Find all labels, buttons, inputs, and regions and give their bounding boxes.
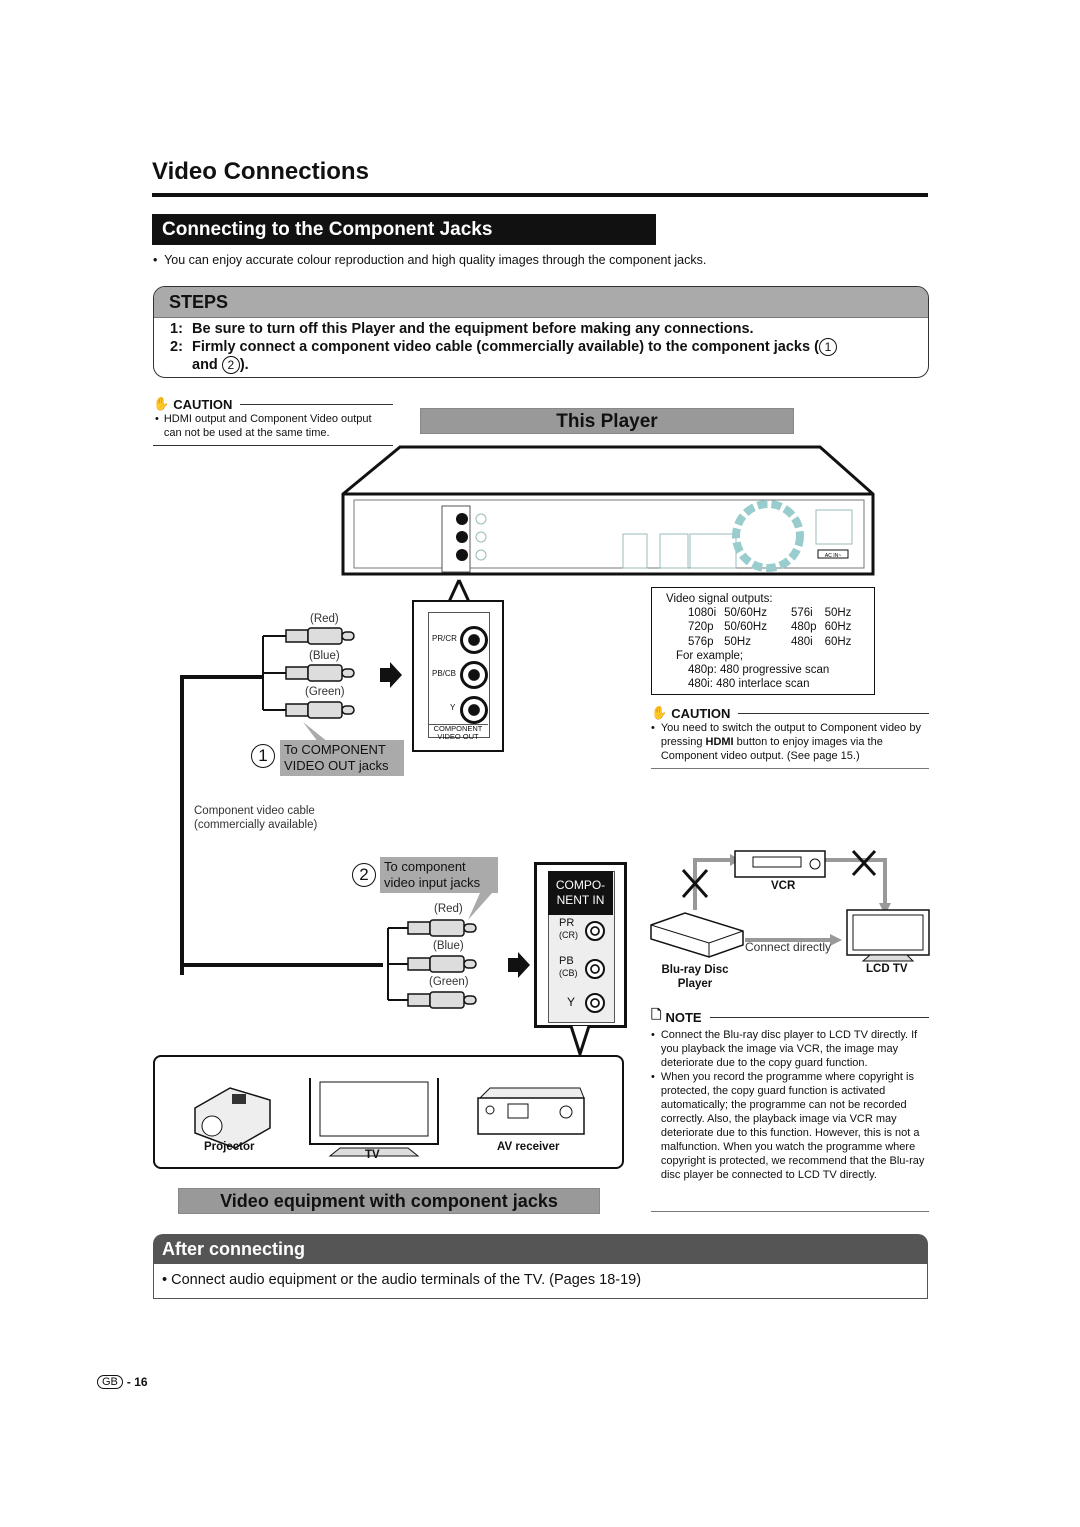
callout-2: To component video input jacks	[380, 857, 498, 893]
caution-heading: CAUTION	[173, 396, 233, 412]
jack-pr	[460, 626, 488, 654]
example-480i: 480i: 480 interlace scan	[688, 678, 810, 691]
hand-caution-icon: ✋	[651, 705, 668, 720]
cross-icon	[851, 849, 877, 877]
step-2: 2: Firmly connect a component video cable…	[170, 338, 900, 374]
component-in-panel: COMPO- NENT IN PR (CR) PB (CB) Y	[534, 862, 627, 1028]
projector-icon	[194, 1087, 271, 1149]
lcd-tv-label: LCD TV	[866, 963, 908, 975]
divider	[651, 1211, 929, 1212]
vcr-label: VCR	[771, 880, 796, 892]
video-signal-outputs-box: Video signal outputs: 1080i 50/60Hz 576i 50…	[651, 587, 875, 695]
plug-label-green: (Green)	[429, 976, 469, 988]
arrow-right-icon	[380, 662, 402, 688]
after-connecting-heading: After connecting	[153, 1234, 928, 1264]
note-heading: NOTE	[665, 1009, 702, 1025]
component-in-header: COMPO- NENT IN	[548, 871, 613, 915]
arrow-right-icon	[508, 952, 530, 978]
lcd-tv-icon	[846, 909, 930, 962]
caution-heading: CAUTION	[671, 705, 731, 721]
ac-in-label: AC IN~	[825, 553, 841, 559]
player-rear-illustration: AC IN~	[341, 445, 875, 604]
component-video-out-label: COMPONENT VIDEO OUT	[428, 724, 488, 741]
y-label: Y	[567, 995, 576, 1009]
av-receiver-icon	[477, 1087, 585, 1135]
intro-bullet: You can enjoy accurate colour reproducti…	[164, 253, 707, 267]
plug-label-blue: (Blue)	[433, 940, 464, 952]
after-connecting-text: Connect audio equipment or the audio ter…	[171, 1272, 642, 1288]
caution-text: You need to switch the output to Compone…	[660, 722, 921, 762]
caution-left: ✋ CAUTION • HDMI output and Component Vide…	[153, 396, 393, 440]
component-video-out-panel: PR/CR PB/CB Y COMPONENT VIDEO OUT	[412, 600, 504, 752]
after-connecting-box: • Connect audio equipment or the audio t…	[153, 1263, 928, 1299]
note-section: 🗋 NOTE • Connect the Blu-ray disc player t…	[651, 1006, 929, 1182]
jack-pb-in	[585, 959, 605, 979]
step-end: ).	[239, 357, 249, 373]
plug-label-red: (Red)	[310, 613, 339, 625]
caution-text: HDMI output and Component Video output c…	[163, 413, 372, 439]
projector-label: Projector	[204, 1141, 255, 1153]
bluray-label: Blu-ray Disc Player	[661, 964, 729, 990]
callout-1: To COMPONENT VIDEO OUT jacks	[280, 740, 404, 776]
callout-number-2: 2	[352, 863, 376, 887]
vcr-icon	[734, 850, 826, 878]
intro-text: • You can enjoy accurate colour reproduc…	[153, 253, 707, 267]
cable-label: Component video cable (commercially avail…	[194, 805, 318, 831]
step-text: Firmly connect a component video cable (…	[192, 339, 819, 355]
this-player-label: This Player	[420, 408, 794, 434]
page-num: - 16	[126, 1375, 148, 1389]
circled-2: 2	[221, 356, 240, 374]
section-title: Connecting to the Component Jacks	[152, 214, 656, 245]
circled-1: 1	[818, 338, 837, 356]
jack-y-in	[585, 993, 605, 1013]
steps-heading: STEPS	[154, 287, 928, 318]
steps-box: STEPS 1: Be sure to turn off this Player …	[153, 286, 929, 378]
jack-pr-label: PR/CR	[432, 634, 457, 643]
signal-heading: Video signal outputs:	[666, 593, 773, 605]
step-num: 2:	[170, 339, 183, 355]
note-icon: 🗋	[651, 1007, 662, 1022]
tv-icon	[309, 1078, 439, 1157]
plug-label-blue: (Blue)	[309, 650, 340, 662]
signal-table: 1080i 50/60Hz 576i 50Hz 720p 50/60Hz 480p 60Hz…	[688, 607, 852, 648]
example-480p: 480p: 480 progressive scan	[688, 664, 830, 677]
page-number: GB - 16	[97, 1375, 148, 1389]
note-item: When you record the programme where copy…	[660, 1071, 925, 1181]
equipment-caption: Video equipment with component jacks	[178, 1188, 600, 1214]
step-and: and	[192, 357, 218, 373]
hand-caution-icon: ✋	[153, 396, 170, 411]
page-title: Video Connections	[152, 158, 369, 185]
equipment-illustrations	[194, 1078, 585, 1157]
callout-number-1: 1	[251, 744, 275, 768]
region-badge: GB	[97, 1375, 123, 1389]
step-num: 1:	[170, 321, 183, 337]
connect-directly-label: Connect directly	[745, 940, 832, 954]
jack-pr-in	[585, 921, 605, 941]
tv-label: TV	[365, 1149, 380, 1161]
step-text: Be sure to turn off this Player and the …	[192, 321, 754, 337]
example-heading: For example;	[676, 649, 744, 662]
note-item: Connect the Blu-ray disc player to LCD T…	[660, 1029, 918, 1069]
pr-label: PR (CR)	[559, 917, 578, 940]
title-rule	[152, 193, 928, 197]
plug-label-green: (Green)	[305, 686, 345, 698]
jack-pb-label: PB/CB	[432, 669, 457, 678]
jack-y	[460, 696, 488, 724]
jack-pb	[460, 661, 488, 689]
bluray-player-icon	[650, 912, 744, 958]
jack-y-label: Y	[450, 703, 456, 712]
caution-right: ✋ CAUTION • You need to switch the output …	[651, 705, 929, 763]
plug-label-red: (Red)	[434, 903, 463, 915]
pb-label: PB (CB)	[559, 955, 578, 978]
av-receiver-label: AV receiver	[497, 1141, 560, 1153]
divider	[651, 768, 929, 769]
step-1: 1: Be sure to turn off this Player and th…	[170, 321, 754, 337]
pointer-down	[569, 1026, 591, 1056]
